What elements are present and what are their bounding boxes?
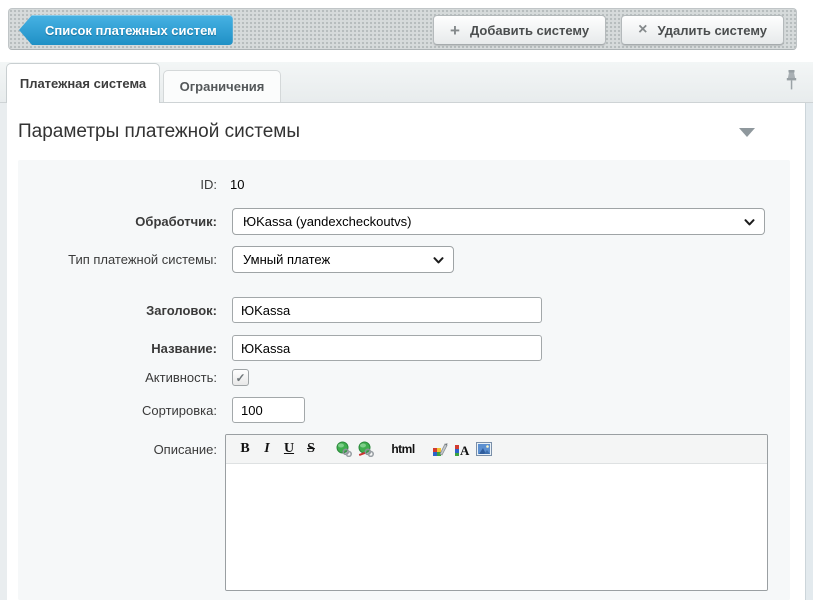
insert-link-icon	[336, 441, 352, 457]
strikethrough-button[interactable]: S	[300, 438, 322, 460]
insert-link-button[interactable]	[333, 438, 355, 460]
section-header: Параметры платежной системы	[18, 113, 755, 151]
svg-text:A: A	[460, 443, 470, 457]
description-textarea[interactable]	[226, 464, 767, 591]
editor-toolbar: B I U S	[226, 435, 767, 464]
title-row: Заголовок:	[18, 297, 790, 323]
title-label: Заголовок:	[18, 303, 224, 318]
chevron-down-icon	[433, 257, 444, 264]
italic-icon: I	[264, 441, 269, 457]
add-system-button[interactable]: + Добавить систему	[433, 15, 606, 45]
back-button-label: Список платежных систем	[45, 23, 217, 38]
underline-button[interactable]: U	[278, 438, 300, 460]
handler-select-value: ЮKassa (yandexcheckoutvs)	[243, 214, 412, 229]
italic-button[interactable]: I	[256, 438, 278, 460]
tab-restrictions[interactable]: Ограничения	[163, 70, 281, 102]
delete-system-button[interactable]: × Удалить систему	[621, 15, 784, 45]
description-label: Описание:	[18, 434, 224, 457]
remove-link-button[interactable]	[355, 438, 377, 460]
insert-image-button[interactable]	[473, 438, 495, 460]
name-label: Название:	[18, 341, 224, 356]
background-color-button[interactable]	[429, 438, 451, 460]
page-gutter-right	[805, 103, 813, 600]
activity-row: Активность: ✓	[18, 369, 790, 386]
delete-system-label: Удалить систему	[657, 23, 767, 38]
tab-bar: Платежная система Ограничения	[0, 62, 813, 103]
background-color-icon	[432, 441, 448, 457]
name-row: Название:	[18, 335, 790, 361]
system-type-select-value: Умный платеж	[243, 252, 330, 267]
system-type-select[interactable]: Умный платеж	[232, 246, 454, 273]
type-row: Тип платежной системы: Умный платеж	[18, 246, 790, 273]
system-type-label: Тип платежной системы:	[18, 252, 224, 267]
sort-input[interactable]	[232, 397, 305, 423]
activity-label: Активность:	[18, 370, 224, 385]
html-icon: html	[391, 442, 414, 456]
handler-row: Обработчик: ЮKassa (yandexcheckoutvs)	[18, 208, 790, 235]
id-label: ID:	[18, 177, 224, 192]
bold-icon: B	[240, 441, 249, 457]
handler-label: Обработчик:	[18, 214, 224, 229]
insert-image-icon	[476, 442, 492, 456]
page-title: Параметры платежной системы	[18, 121, 300, 143]
bold-button[interactable]: B	[234, 438, 256, 460]
payment-system-edit-page: Список платежных систем + Добавить систе…	[0, 0, 813, 600]
handler-select[interactable]: ЮKassa (yandexcheckoutvs)	[232, 208, 765, 235]
top-toolbar: Список платежных систем + Добавить систе…	[8, 8, 797, 50]
payment-system-form: ID: 10 Обработчик: ЮKassa (yandexcheckou…	[18, 160, 790, 600]
title-input[interactable]	[232, 297, 542, 323]
add-system-label: Добавить систему	[470, 23, 589, 38]
html-mode-button[interactable]: html	[388, 438, 418, 460]
back-to-list-button[interactable]: Список платежных систем	[19, 15, 233, 45]
activity-checkbox[interactable]: ✓	[232, 369, 249, 386]
id-row: ID: 10	[18, 177, 790, 192]
tab-restrictions-label: Ограничения	[180, 79, 265, 94]
tab-payment-system[interactable]: Платежная система	[6, 63, 160, 103]
font-color-button[interactable]: A	[451, 438, 473, 460]
sort-label: Сортировка:	[18, 403, 224, 418]
font-color-icon: A	[454, 441, 470, 457]
close-icon: ×	[638, 22, 647, 38]
description-editor: B I U S	[225, 434, 768, 591]
sort-row: Сортировка:	[18, 397, 790, 423]
underline-icon: U	[284, 441, 294, 457]
pin-icon[interactable]	[785, 69, 798, 92]
strikethrough-icon: S	[307, 441, 315, 457]
remove-link-icon	[358, 441, 374, 457]
plus-icon: +	[450, 22, 460, 39]
description-row: Описание: B I U S	[18, 434, 790, 591]
toolbar-actions: + Добавить систему × Удалить систему	[433, 15, 784, 45]
name-input[interactable]	[232, 335, 542, 361]
chevron-down-icon	[744, 219, 755, 226]
checkmark-icon: ✓	[235, 372, 245, 384]
page-gutter-left	[0, 103, 7, 600]
id-value: 10	[224, 177, 244, 192]
tab-payment-system-label: Платежная система	[20, 76, 146, 91]
collapse-section-icon[interactable]	[739, 128, 755, 137]
